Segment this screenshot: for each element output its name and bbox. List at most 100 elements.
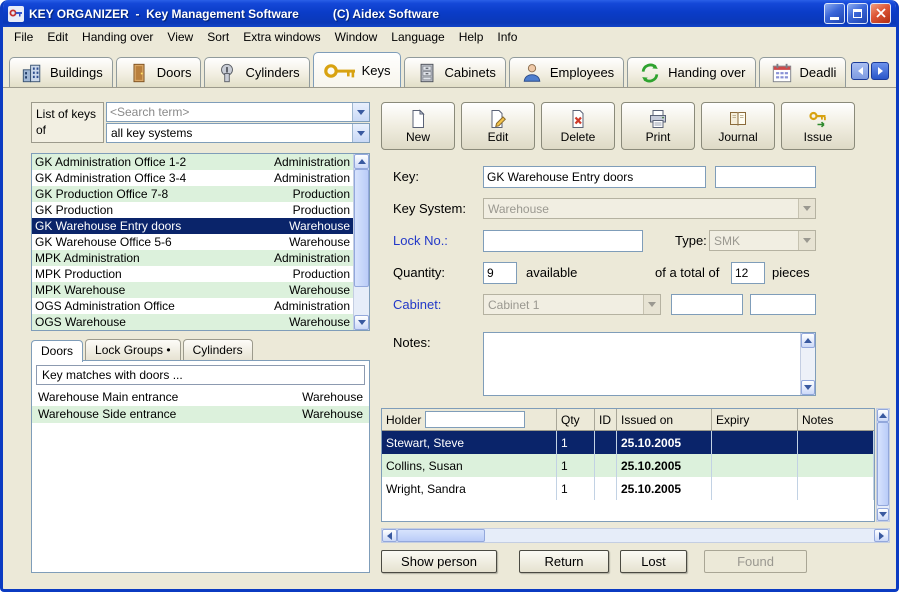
notes-scrollbar[interactable] xyxy=(800,333,815,395)
new-button[interactable]: New xyxy=(381,102,455,150)
door-name: Warehouse Main entrance xyxy=(38,389,302,406)
key-list-item[interactable]: GK Production Office 7-8Production xyxy=(32,186,353,202)
menu-item-help[interactable]: Help xyxy=(452,28,491,46)
tab-employees[interactable]: Employees xyxy=(509,57,624,87)
tab-scroll-left-button[interactable] xyxy=(851,62,869,80)
cabinet-label[interactable]: Cabinet: xyxy=(393,297,441,312)
key-search-combo[interactable] xyxy=(106,102,370,122)
tab-buildings[interactable]: Buildings xyxy=(9,57,113,87)
key-list-scrollbar[interactable] xyxy=(353,154,369,330)
horizontal-scrollbar[interactable] xyxy=(381,528,890,543)
match-list-item[interactable]: Warehouse Side entranceWarehouse xyxy=(32,406,369,423)
tab-doors[interactable]: Doors xyxy=(116,57,202,87)
key-list-item[interactable]: MPK AdministrationAdministration xyxy=(32,250,353,266)
quantity-input[interactable] xyxy=(483,262,517,284)
key-extra-input[interactable] xyxy=(715,166,816,188)
tab-cabinets[interactable]: Cabinets xyxy=(404,57,506,87)
app-window: KEY ORGANIZER - Key Management Software … xyxy=(0,0,899,592)
key-system-filter-combo[interactable]: all key systems xyxy=(106,123,370,143)
cabinet-extra-input-1[interactable] xyxy=(671,294,743,315)
notes-textarea[interactable] xyxy=(484,333,800,395)
holder-row[interactable]: Stewart, Steve125.10.2005 xyxy=(382,431,874,454)
key-system: Administration xyxy=(274,170,350,186)
search-dropdown-button[interactable] xyxy=(352,103,369,121)
total-input[interactable] xyxy=(731,262,765,284)
key-list-item[interactable]: GK Warehouse Office 5-6Warehouse xyxy=(32,234,353,250)
scroll-left-button[interactable] xyxy=(382,529,397,542)
key-list-item[interactable]: OGS Administration OfficeAdministration xyxy=(32,298,353,314)
key-search-input[interactable] xyxy=(107,105,352,119)
show-person-button[interactable]: Show person xyxy=(381,550,497,573)
lock-no-input[interactable] xyxy=(483,230,643,252)
key-list-item[interactable]: GK ProductionProduction xyxy=(32,202,353,218)
arrow-down-icon xyxy=(358,320,366,325)
menu-item-language[interactable]: Language xyxy=(384,28,451,46)
minimize-button[interactable] xyxy=(824,3,845,24)
lock-no-label[interactable]: Lock No.: xyxy=(393,233,448,248)
arrow-up-icon xyxy=(358,159,366,164)
tab-scroll-right-button[interactable] xyxy=(871,62,889,80)
menu-item-window[interactable]: Window xyxy=(328,28,385,46)
holder-table-scrollbar[interactable] xyxy=(876,408,890,522)
scroll-right-button[interactable] xyxy=(874,529,889,542)
return-button[interactable]: Return xyxy=(519,550,609,573)
menu-item-extra-windows[interactable]: Extra windows xyxy=(236,28,327,46)
lost-button[interactable]: Lost xyxy=(620,550,687,573)
tab-label: Handing over xyxy=(668,65,745,80)
scrollbar-thumb[interactable] xyxy=(397,529,485,542)
scroll-up-button[interactable] xyxy=(354,154,369,169)
system-filter-dropdown-button[interactable] xyxy=(352,124,369,142)
scroll-down-button[interactable] xyxy=(354,315,369,330)
arrow-up-icon xyxy=(879,413,887,418)
key-list-item[interactable]: GK Administration Office 1-2Administrati… xyxy=(32,154,353,170)
total-label: of a total of xyxy=(655,265,719,280)
issue-button[interactable]: Issue xyxy=(781,102,855,150)
door-system: Warehouse xyxy=(302,406,363,423)
tab-keys[interactable]: Keys xyxy=(313,52,401,87)
key-detail-panel: NewEditDeletePrintJournalIssue Key: Key … xyxy=(379,88,892,589)
door-icon xyxy=(126,62,152,84)
menu-item-sort[interactable]: Sort xyxy=(200,28,236,46)
print-button[interactable]: Print xyxy=(621,102,695,150)
cabinet-extra-input-2[interactable] xyxy=(750,294,816,315)
menu-item-info[interactable]: Info xyxy=(490,28,524,46)
key-list-item[interactable]: OGS WarehouseWarehouse xyxy=(32,314,353,330)
qty-cell: 1 xyxy=(557,477,595,500)
issued-on-cell: 25.10.2005 xyxy=(617,477,712,500)
tab-deadli[interactable]: Deadli xyxy=(759,57,847,87)
holder-filter-input[interactable] xyxy=(425,411,525,428)
key-list-item[interactable]: GK Administration Office 3-4Administrati… xyxy=(32,170,353,186)
scrollbar-track[interactable] xyxy=(485,529,874,542)
key-list-panel: List of keys of all key systems GK Admin… xyxy=(31,102,370,143)
holder-row[interactable]: Collins, Susan125.10.2005 xyxy=(382,454,874,477)
menu-item-view[interactable]: View xyxy=(160,28,200,46)
scrollbar-thumb[interactable] xyxy=(877,422,889,506)
key-system: Administration xyxy=(274,154,350,170)
menu-item-handing-over[interactable]: Handing over xyxy=(75,28,160,46)
menu-item-file[interactable]: File xyxy=(7,28,40,46)
key-list-item[interactable]: MPK WarehouseWarehouse xyxy=(32,282,353,298)
scroll-down-button[interactable] xyxy=(801,380,815,395)
key-list-item[interactable]: GK Warehouse Entry doorsWarehouse xyxy=(32,218,353,234)
maximize-button[interactable] xyxy=(847,3,868,24)
delete-button[interactable]: Delete xyxy=(541,102,615,150)
match-tab-lock-groups[interactable]: Lock Groups • xyxy=(85,339,181,360)
match-tab-doors[interactable]: Doors xyxy=(31,340,83,362)
key-list-item[interactable]: MPK ProductionProduction xyxy=(32,266,353,282)
match-tab-cylinders[interactable]: Cylinders xyxy=(183,339,253,360)
journal-button[interactable]: Journal xyxy=(701,102,775,150)
tab-cylinders[interactable]: Cylinders xyxy=(204,57,309,87)
menu-item-edit[interactable]: Edit xyxy=(40,28,75,46)
delete-icon xyxy=(567,109,589,129)
match-list-item[interactable]: Warehouse Main entranceWarehouse xyxy=(32,389,369,406)
scroll-up-button[interactable] xyxy=(877,409,889,422)
close-button[interactable] xyxy=(870,3,891,24)
edit-button[interactable]: Edit xyxy=(461,102,535,150)
scroll-down-button[interactable] xyxy=(877,508,889,521)
scroll-up-button[interactable] xyxy=(801,333,815,348)
key-input[interactable] xyxy=(483,166,706,188)
holder-row[interactable]: Wright, Sandra125.10.2005 xyxy=(382,477,874,500)
tab-handing-over[interactable]: Handing over xyxy=(627,57,755,87)
chevron-down-icon xyxy=(648,302,656,307)
scrollbar-thumb[interactable] xyxy=(354,169,369,287)
